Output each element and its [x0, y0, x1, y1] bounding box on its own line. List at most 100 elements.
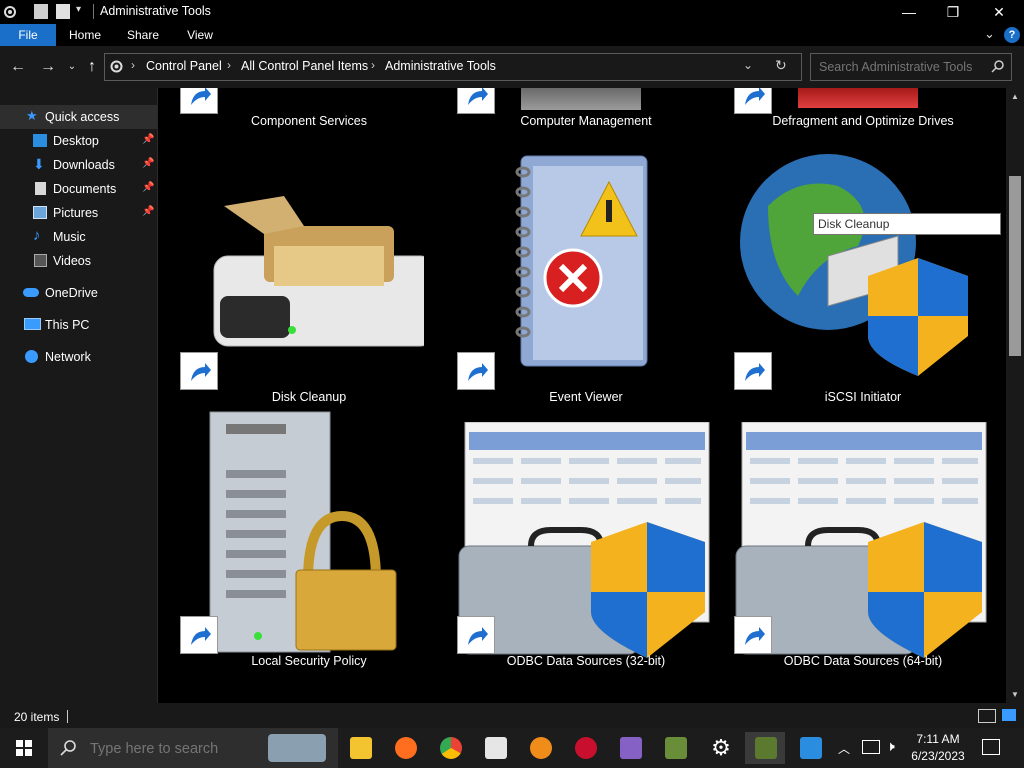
tile-component-services[interactable]: Component Services: [174, 88, 444, 132]
pin-icon[interactable]: 📌: [142, 158, 154, 169]
tile-caption: ODBC Data Sources (64-bit): [783, 654, 943, 668]
properties-icon[interactable]: [34, 4, 48, 19]
breadcrumb-all-items[interactable]: All Control Panel Items: [241, 59, 368, 73]
title-separator: [93, 4, 94, 19]
nav-network[interactable]: Network: [0, 345, 157, 369]
clock-date[interactable]: 6/23/2023: [908, 749, 968, 763]
ribbon: File Home Share View ⌄ ?: [0, 24, 1024, 46]
taskbar-visual-studio[interactable]: [610, 732, 650, 764]
address-dropdown-icon[interactable]: ⌄: [743, 58, 753, 72]
tile-event-viewer[interactable]: Event Viewer: [451, 146, 721, 408]
nav-quick-access[interactable]: ★ Quick access: [0, 105, 157, 129]
taskbar-minecraft-launcher[interactable]: [745, 732, 785, 764]
new-folder-icon[interactable]: [56, 4, 70, 19]
nav-documents[interactable]: Documents 📌: [0, 177, 157, 201]
up-icon[interactable]: ↑: [82, 57, 102, 77]
scroll-up-icon[interactable]: ▲: [1011, 92, 1019, 101]
tab-file[interactable]: File: [0, 24, 56, 46]
pin-icon[interactable]: 📌: [142, 134, 154, 145]
chrome-icon: [440, 737, 462, 759]
clock-time[interactable]: 7:11 AM: [914, 732, 962, 746]
nav-pictures[interactable]: Pictures 📌: [0, 201, 157, 225]
nav-onedrive[interactable]: OneDrive: [0, 281, 157, 305]
show-hidden-icons-icon[interactable]: ︿: [838, 740, 850, 757]
breadcrumb-chevron[interactable]: ›: [131, 58, 135, 72]
taskbar-minecraft[interactable]: [655, 732, 695, 764]
downloads-icon: ⬇: [33, 156, 45, 172]
nav-videos[interactable]: Videos: [0, 249, 157, 273]
refresh-icon[interactable]: ↻: [775, 57, 787, 74]
details-view-icon[interactable]: [978, 709, 996, 723]
taskbar-devcpp[interactable]: [565, 732, 605, 764]
large-icons-view-icon[interactable]: [1002, 709, 1016, 721]
taskbar-search-tool[interactable]: [520, 732, 560, 764]
breadcrumb-chevron[interactable]: ›: [227, 58, 231, 72]
taskbar-paint[interactable]: [475, 732, 515, 764]
maximize-icon[interactable]: ❐: [930, 0, 976, 24]
star-icon: ★: [26, 108, 38, 123]
item-count: 20 items: [14, 710, 60, 724]
documents-icon: [35, 182, 46, 195]
nav-this-pc[interactable]: This PC: [0, 313, 157, 337]
start-button[interactable]: [0, 728, 48, 768]
vertical-scrollbar[interactable]: ▲ ▼: [1006, 88, 1024, 703]
file-list: Component Services Computer Management D…: [158, 88, 1006, 703]
tab-share[interactable]: Share: [120, 24, 166, 46]
taskbar-file-explorer[interactable]: [340, 732, 380, 764]
tab-home[interactable]: Home: [62, 24, 108, 46]
volume-muted-icon[interactable]: 🕨: [886, 738, 895, 755]
tile-iscsi-initiator[interactable]: iSCSI Initiator: [728, 146, 998, 408]
nav-desktop[interactable]: Desktop 📌: [0, 129, 157, 153]
notifications-icon[interactable]: [982, 739, 1000, 755]
network-status-icon[interactable]: [862, 740, 880, 754]
address-bar[interactable]: › Control Panel › All Control Panel Item…: [104, 53, 802, 81]
expand-ribbon-icon[interactable]: ⌄: [984, 26, 995, 42]
taskbar-chrome[interactable]: [430, 732, 470, 764]
search-box[interactable]: [810, 53, 1012, 81]
help-icon[interactable]: ?: [1004, 27, 1020, 43]
tab-view[interactable]: View: [178, 24, 222, 46]
system-menu-icon[interactable]: [2, 4, 18, 20]
recent-locations-icon[interactable]: ⌄: [62, 57, 82, 77]
tile-caption: Defragment and Optimize Drives: [772, 114, 954, 128]
customize-qat-icon[interactable]: ▾: [76, 4, 81, 15]
nav-music[interactable]: ♪ Music: [0, 225, 157, 249]
taskbar-settings[interactable]: ⚙: [700, 732, 740, 764]
tile-odbc-32[interactable]: ODBC Data Sources (32-bit): [451, 422, 721, 682]
music-icon: ♪: [33, 227, 41, 244]
breadcrumb-control-panel[interactable]: Control Panel: [146, 59, 222, 73]
taskbar-search[interactable]: [48, 728, 338, 768]
taskbar-search-input[interactable]: [88, 739, 272, 759]
tile-local-security-policy[interactable]: Local Security Policy: [174, 410, 444, 682]
taskbar-remote-desktop[interactable]: [790, 732, 830, 764]
tile-computer-management[interactable]: Computer Management: [451, 88, 721, 132]
pin-icon[interactable]: 📌: [142, 206, 154, 217]
minimize-icon[interactable]: —: [886, 0, 932, 24]
pin-icon[interactable]: 📌: [142, 182, 154, 193]
scroll-down-icon[interactable]: ▼: [1011, 690, 1019, 699]
search-input[interactable]: [817, 58, 981, 76]
tile-odbc-64[interactable]: ODBC Data Sources (64-bit): [728, 422, 998, 682]
nav-downloads[interactable]: ⬇ Downloads 📌: [0, 153, 157, 177]
nav-label: Downloads: [53, 158, 115, 172]
close-icon[interactable]: ✕: [976, 0, 1022, 24]
breadcrumb-chevron[interactable]: ›: [371, 58, 375, 72]
tile-defragment[interactable]: Defragment and Optimize Drives: [728, 88, 998, 132]
search-icon[interactable]: [991, 59, 1005, 73]
back-icon[interactable]: ←: [8, 57, 28, 77]
title-bar: ▾ Administrative Tools — ❐ ✕: [0, 0, 1024, 24]
shortcut-arrow-icon: [734, 88, 772, 114]
tooltip: Disk Cleanup: [813, 213, 1001, 235]
breadcrumb-admin-tools[interactable]: Administrative Tools: [385, 59, 496, 73]
scrollbar-thumb[interactable]: [1009, 176, 1021, 356]
navigation-pane: ★ Quick access Desktop 📌 ⬇ Downloads 📌 D…: [0, 88, 158, 703]
tile-disk-cleanup[interactable]: Disk Cleanup: [174, 146, 444, 408]
shortcut-arrow-icon: [457, 616, 495, 654]
taskbar-firefox[interactable]: [385, 732, 425, 764]
tile-caption: Event Viewer: [549, 390, 623, 404]
nav-label: OneDrive: [45, 286, 98, 300]
shortcut-arrow-icon: [180, 88, 218, 114]
forward-icon[interactable]: →: [38, 57, 58, 77]
search-tool-icon: [530, 737, 552, 759]
tooltip-text: Disk Cleanup: [818, 217, 890, 231]
